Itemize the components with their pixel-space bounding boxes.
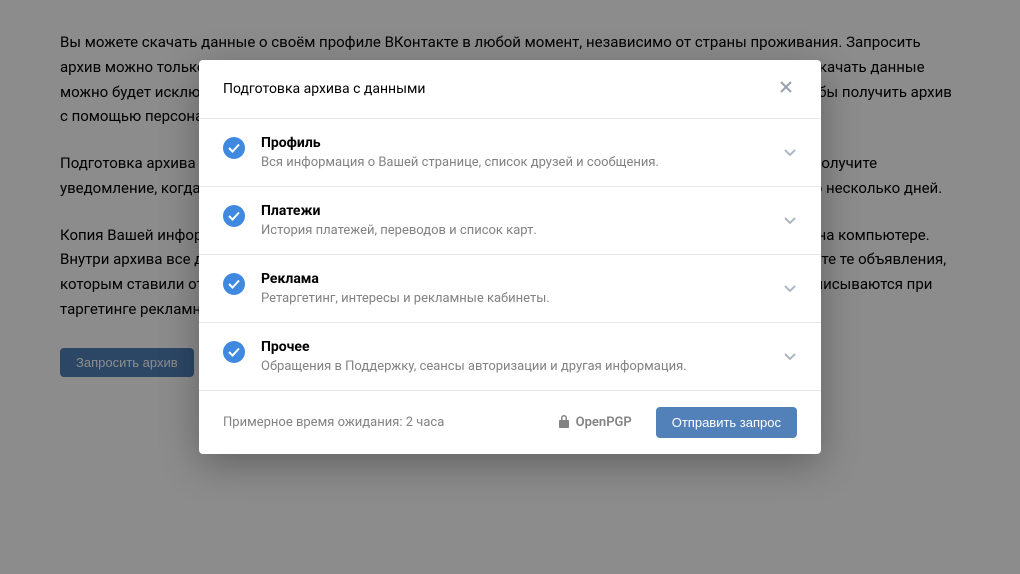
category-desc: История платежей, переводов и список кар…: [261, 223, 771, 238]
check-icon: [223, 137, 245, 159]
lock-icon: [558, 414, 570, 432]
category-title: Прочее: [261, 339, 771, 355]
category-body: Профиль Вся информация о Вашей странице,…: [261, 135, 771, 170]
category-profile[interactable]: Профиль Вся информация о Вашей странице,…: [199, 119, 821, 187]
chevron-down-icon[interactable]: [783, 347, 797, 366]
category-payments[interactable]: Платежи История платежей, переводов и сп…: [199, 187, 821, 255]
submit-request-button[interactable]: Отправить запрос: [656, 407, 797, 438]
openpgp-label: OpenPGP: [576, 415, 632, 430]
modal-overlay[interactable]: Подготовка архива с данными Профиль Вся …: [0, 0, 1020, 574]
close-icon[interactable]: [775, 78, 797, 100]
openpgp-option[interactable]: OpenPGP: [558, 414, 632, 432]
wait-time-label: Примерное время ожидания: 2 часа: [223, 415, 546, 430]
category-title: Реклама: [261, 271, 771, 287]
category-desc: Ретаргетинг, интересы и рекламные кабине…: [261, 291, 771, 306]
modal-footer: Примерное время ожидания: 2 часа OpenPGP…: [199, 391, 821, 454]
category-desc: Обращения в Поддержку, сеансы авторизаци…: [261, 359, 771, 374]
category-body: Реклама Ретаргетинг, интересы и рекламны…: [261, 271, 771, 306]
category-title: Платежи: [261, 203, 771, 219]
category-title: Профиль: [261, 135, 771, 151]
chevron-down-icon[interactable]: [783, 143, 797, 162]
chevron-down-icon[interactable]: [783, 211, 797, 230]
category-desc: Вся информация о Вашей странице, список …: [261, 155, 771, 170]
check-icon: [223, 341, 245, 363]
category-ads[interactable]: Реклама Ретаргетинг, интересы и рекламны…: [199, 255, 821, 323]
modal-header: Подготовка архива с данными: [199, 60, 821, 119]
archive-modal: Подготовка архива с данными Профиль Вся …: [199, 60, 821, 454]
category-other[interactable]: Прочее Обращения в Поддержку, сеансы авт…: [199, 323, 821, 391]
chevron-down-icon[interactable]: [783, 279, 797, 298]
check-icon: [223, 273, 245, 295]
category-body: Платежи История платежей, переводов и сп…: [261, 203, 771, 238]
modal-title: Подготовка архива с данными: [223, 81, 425, 97]
category-body: Прочее Обращения в Поддержку, сеансы авт…: [261, 339, 771, 374]
check-icon: [223, 205, 245, 227]
